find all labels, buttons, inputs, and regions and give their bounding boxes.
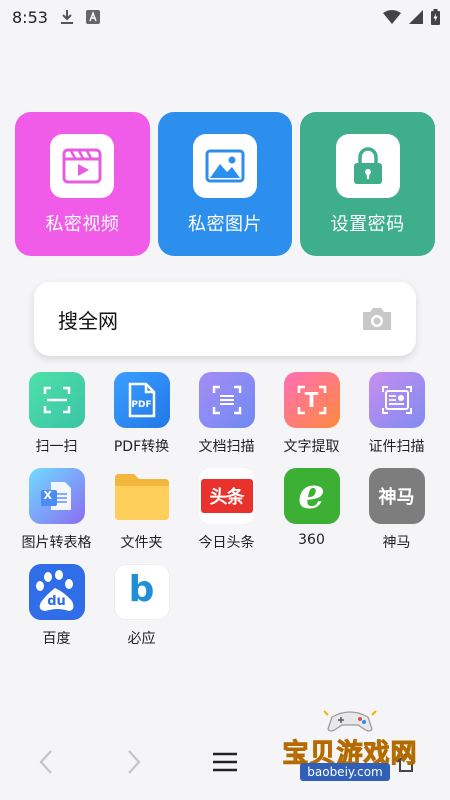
app-grid: 扫一扫 PDF PDF转换 文档扫描 T 文字提取 证件扫描 X 图片转表格 文… [14, 372, 440, 648]
bing-logo: b [113, 564, 170, 620]
app-label: 文字提取 [283, 439, 340, 455]
set-password-label: 设置密码 [330, 214, 405, 235]
app-label: 文件夹 [120, 535, 163, 551]
toutiao-logo-text: 头条 [209, 487, 245, 508]
private-image-label: 私密图片 [188, 214, 262, 235]
app-document-scan[interactable]: 文档扫描 [184, 372, 269, 456]
browser-360-logo: e [283, 468, 340, 524]
app-label: 360 [298, 532, 325, 548]
signal-icon [409, 10, 423, 24]
menu-icon [213, 752, 237, 772]
pdf-icon: PDF [113, 372, 170, 428]
app-toutiao[interactable]: 头条 今日头条 [184, 468, 269, 552]
folder-icon [114, 468, 170, 524]
image-to-table-icon-text: X [43, 489, 52, 502]
feature-tiles: 私密视频 私密图片 设置密码 [15, 112, 436, 256]
baidu-logo-text: du [47, 593, 66, 609]
app-label: 今日头条 [198, 535, 255, 551]
text-extract-icon-text: T [304, 388, 319, 412]
private-video-tile[interactable]: 私密视频 [15, 112, 150, 256]
shenma-logo: 神马 [368, 468, 425, 524]
app-id-card-scan[interactable]: 证件扫描 [354, 372, 439, 456]
app-notification-icon [85, 10, 100, 24]
set-password-tile[interactable]: 设置密码 [300, 112, 436, 256]
back-button[interactable] [28, 744, 64, 780]
chevron-right-icon [128, 750, 141, 774]
app-label: 神马 [382, 535, 411, 551]
baidu-logo: du [28, 564, 85, 620]
bing-logo-text: b [128, 568, 155, 610]
app-text-extract[interactable]: T 文字提取 [269, 372, 354, 456]
browser-360-logo-text: e [298, 468, 325, 518]
shenma-logo-text: 神马 [378, 487, 415, 508]
status-bar: 8:53 [0, 0, 450, 34]
status-time: 8:53 [12, 7, 48, 27]
scan-icon [28, 372, 85, 428]
game-controller-icon [323, 710, 377, 732]
id-card-scan-icon [368, 372, 425, 428]
download-icon [60, 10, 73, 24]
camera-icon[interactable] [360, 306, 394, 332]
app-shenma[interactable]: 神马 神马 [354, 468, 439, 552]
app-pdf-convert[interactable]: PDF PDF转换 [99, 372, 184, 456]
lock-icon [335, 134, 400, 198]
app-label: 百度 [42, 631, 71, 647]
document-scan-icon [198, 372, 255, 428]
search-box[interactable]: 搜全网 [34, 282, 416, 356]
search-label: 搜全网 [58, 308, 118, 333]
app-baidu[interactable]: du 百度 [14, 564, 99, 648]
watermark-url: baobeiy.com [300, 763, 390, 781]
app-360[interactable]: e 360 [269, 468, 354, 552]
app-label: 文档扫描 [198, 439, 255, 455]
battery-icon [431, 9, 440, 25]
image-to-table-icon: X [28, 468, 85, 524]
pdf-icon-text: PDF [131, 400, 152, 410]
app-folder[interactable]: 文件夹 [99, 468, 184, 552]
app-label: PDF转换 [113, 439, 170, 455]
app-label: 图片转表格 [21, 535, 92, 551]
app-label: 扫一扫 [35, 439, 78, 455]
app-label: 证件扫描 [368, 439, 425, 455]
app-image-to-table[interactable]: X 图片转表格 [14, 468, 99, 552]
image-icon [193, 134, 257, 198]
private-image-tile[interactable]: 私密图片 [157, 112, 293, 256]
text-extract-icon: T [283, 372, 340, 428]
app-scan[interactable]: 扫一扫 [14, 372, 99, 456]
chevron-left-icon [39, 750, 52, 774]
menu-button[interactable] [207, 744, 243, 780]
app-label: 必应 [127, 631, 156, 647]
app-bing[interactable]: b 必应 [99, 564, 184, 648]
private-video-label: 私密视频 [45, 214, 120, 235]
watermark: 宝贝游戏网 baobeiy.com [276, 705, 424, 783]
toutiao-logo: 头条 [198, 468, 255, 524]
video-icon [50, 134, 115, 198]
forward-button[interactable] [116, 744, 152, 780]
wifi-icon [383, 10, 401, 24]
